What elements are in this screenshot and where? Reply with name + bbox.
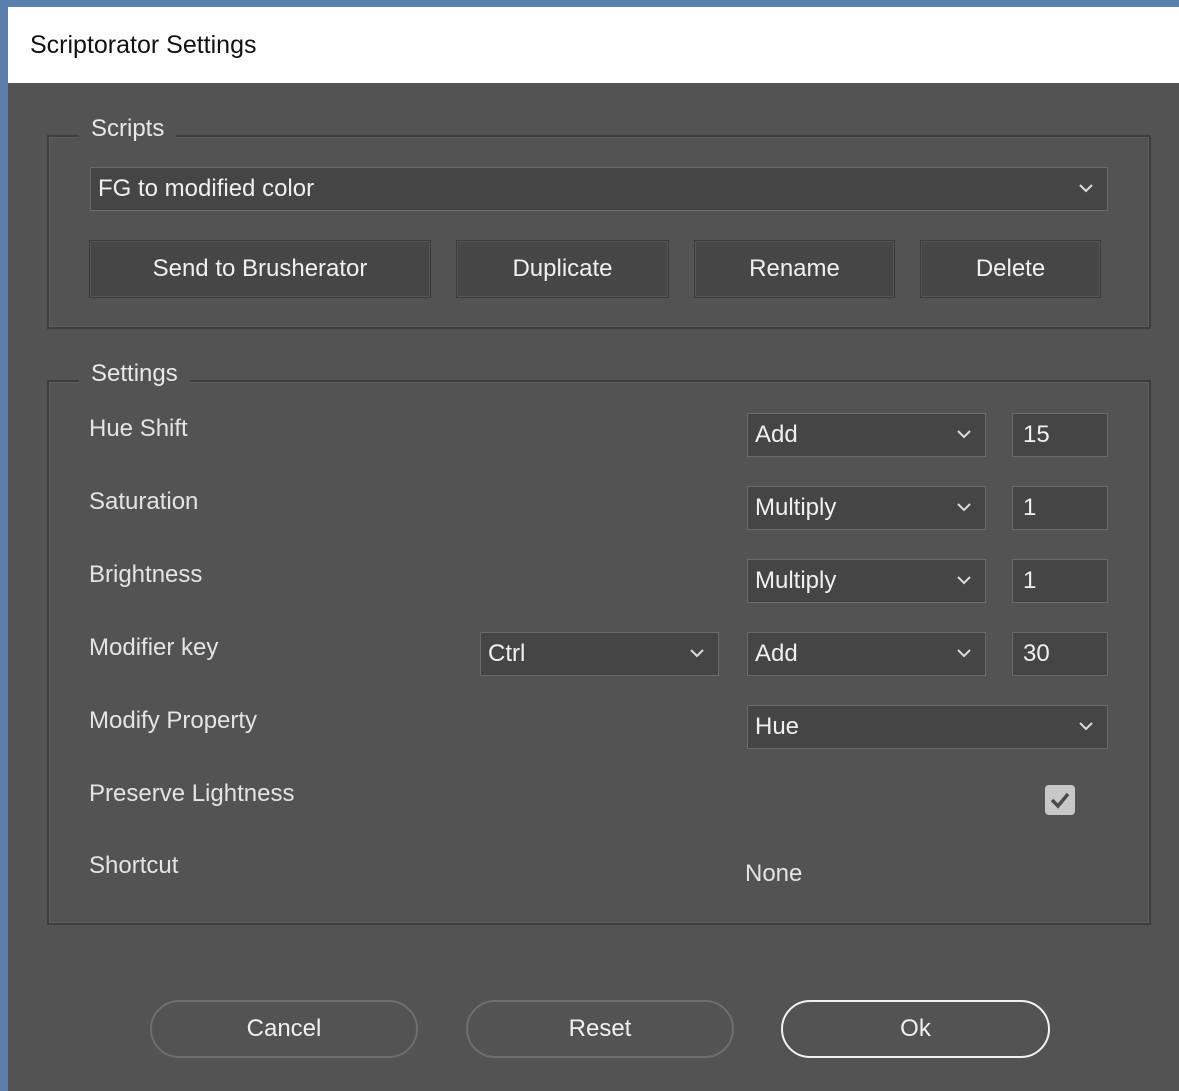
reset-button[interactable]: Reset <box>466 1000 734 1058</box>
window-frame-left <box>0 0 8 1091</box>
chevron-down-icon <box>957 430 971 439</box>
brightness-label: Brightness <box>89 561 203 588</box>
chevron-down-icon <box>957 576 971 585</box>
brightness-mode-value: Multiply <box>755 567 837 594</box>
send-to-brusherator-button[interactable]: Send to Brusherator <box>89 240 431 298</box>
chevron-down-icon <box>957 649 971 658</box>
settings-legend: Settings <box>79 360 190 388</box>
shortcut-label: Shortcut <box>89 852 179 879</box>
settings-group: Settings Hue Shift Add 15 Saturation Mul… <box>47 360 1151 925</box>
shortcut-value[interactable]: None <box>745 860 802 888</box>
script-select-value: FG to modified color <box>98 175 315 202</box>
hue-shift-mode-select[interactable]: Add <box>747 413 986 457</box>
duplicate-button[interactable]: Duplicate <box>456 240 669 298</box>
checkmark-icon <box>1050 792 1070 809</box>
saturation-mode-value: Multiply <box>755 494 837 521</box>
modifier-mode-select[interactable]: Add <box>747 632 986 676</box>
modifier-value-input[interactable]: 30 <box>1012 632 1108 676</box>
saturation-mode-select[interactable]: Multiply <box>747 486 986 530</box>
modifier-mode-value: Add <box>755 640 798 667</box>
chevron-down-icon <box>690 649 704 658</box>
chevron-down-icon <box>957 503 971 512</box>
script-select[interactable]: FG to modified color <box>90 167 1108 211</box>
modify-property-value: Hue <box>755 713 800 740</box>
modifier-key-label: Modifier key <box>89 634 219 661</box>
window-frame-top <box>0 0 1179 7</box>
modify-property-select[interactable]: Hue <box>747 705 1108 749</box>
chevron-down-icon <box>1079 722 1093 731</box>
brightness-mode-select[interactable]: Multiply <box>747 559 986 603</box>
dialog-body: Scripts FG to modified color Send to Bru… <box>8 83 1179 1091</box>
modifier-key-select[interactable]: Ctrl <box>480 632 719 676</box>
preserve-lightness-label: Preserve Lightness <box>89 780 295 807</box>
ok-button[interactable]: Ok <box>781 1000 1050 1058</box>
modifier-key-value: Ctrl <box>488 640 526 667</box>
saturation-value-input[interactable]: 1 <box>1012 486 1108 530</box>
delete-button[interactable]: Delete <box>920 240 1101 298</box>
hue-shift-label: Hue Shift <box>89 415 188 442</box>
modify-property-label: Modify Property <box>89 707 258 734</box>
preserve-lightness-checkbox[interactable] <box>1045 785 1075 815</box>
scripts-legend: Scripts <box>79 115 177 143</box>
title-bar[interactable]: Scriptorator Settings <box>8 7 1179 83</box>
saturation-label: Saturation <box>89 488 199 515</box>
rename-button[interactable]: Rename <box>694 240 895 298</box>
cancel-button[interactable]: Cancel <box>150 1000 418 1058</box>
window-title: Scriptorator Settings <box>30 31 257 59</box>
brightness-value-input[interactable]: 1 <box>1012 559 1108 603</box>
hue-shift-mode-value: Add <box>755 421 798 448</box>
scripts-group: Scripts FG to modified color Send to Bru… <box>47 115 1151 329</box>
hue-shift-value-input[interactable]: 15 <box>1012 413 1108 457</box>
chevron-down-icon <box>1079 184 1093 193</box>
